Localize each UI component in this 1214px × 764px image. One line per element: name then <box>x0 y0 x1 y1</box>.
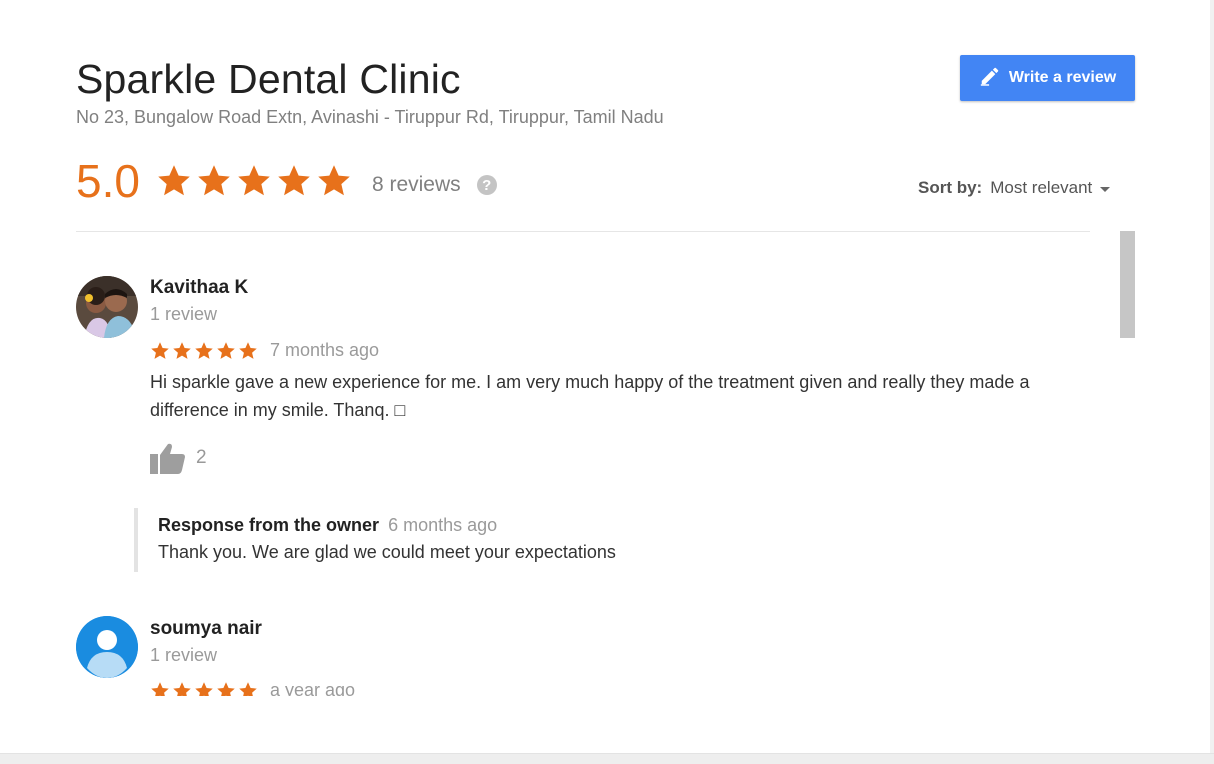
avatar[interactable] <box>76 616 138 678</box>
star-icon <box>173 681 191 696</box>
write-review-button[interactable]: Write a review <box>960 55 1135 101</box>
star-icon <box>198 165 230 196</box>
place-title: Sparkle Dental Clinic <box>76 56 461 102</box>
owner-response-time: 6 months ago <box>388 515 498 535</box>
star-icon <box>217 341 235 359</box>
avatar[interactable] <box>76 276 138 338</box>
rating-summary: 5.0 8 reviews ? <box>76 158 497 204</box>
reviewer-name[interactable]: Kavithaa K <box>150 277 248 299</box>
star-icon <box>238 165 270 196</box>
like-count: 2 <box>196 447 207 468</box>
scrollbar-thumb[interactable] <box>1120 231 1135 338</box>
star-icon <box>217 681 235 696</box>
star-icon <box>318 165 350 196</box>
reviewer-review-count: 1 review <box>150 304 218 324</box>
rating-stars <box>156 163 352 199</box>
star-icon <box>151 341 169 359</box>
star-icon <box>195 681 213 696</box>
owner-response-text: Thank you. We are glad we could meet you… <box>158 542 616 562</box>
sort-value: Most relevant <box>990 178 1093 197</box>
user-photo-icon <box>76 276 138 338</box>
reviews-list: Kavithaa K 1 review 7 months ago Hi spar… <box>60 232 1110 696</box>
reviews-dialog: Sparkle Dental Clinic No 23, Bungalow Ro… <box>0 0 1214 754</box>
review-text: Hi sparkle gave a new experience for me.… <box>150 372 1030 420</box>
rating-value: 5.0 <box>76 155 140 207</box>
review-time: a year ago <box>270 680 356 696</box>
review-time: 7 months ago <box>270 340 380 360</box>
star-icon <box>158 165 190 196</box>
help-icon[interactable]: ? <box>476 175 497 195</box>
window-bottom-edge <box>0 753 1214 764</box>
review-rating: 7 months ago <box>150 340 379 361</box>
reviewer-review-count: 1 review <box>150 645 218 665</box>
sort-dropdown[interactable]: Sort by: Most relevant <box>918 178 1111 198</box>
star-icon <box>278 165 310 196</box>
write-review-label: Write a review <box>1008 69 1117 86</box>
sort-label: Sort by: <box>918 178 983 197</box>
star-icon <box>239 681 257 696</box>
star-icon <box>151 681 169 696</box>
pencil-icon <box>979 65 1001 92</box>
review-rating: a year ago <box>150 680 355 696</box>
like-button[interactable]: 2 <box>150 442 207 474</box>
place-address: No 23, Bungalow Road Extn, Avinashi - Ti… <box>76 107 664 127</box>
thumbs-up-icon <box>150 443 185 474</box>
default-person-icon <box>76 616 138 678</box>
review-stars <box>150 341 258 361</box>
chevron-down-icon <box>1100 187 1111 192</box>
star-icon <box>173 341 191 359</box>
owner-response-title: Response from the owner <box>158 515 380 535</box>
owner-response: Response from the owner 6 months ago Tha… <box>134 508 616 572</box>
star-icon <box>195 341 213 359</box>
review-stars <box>150 681 258 696</box>
window-edge <box>1210 0 1214 764</box>
star-icon <box>239 341 257 359</box>
review-count: 8 reviews <box>371 173 461 196</box>
reviewer-name[interactable]: soumya nair <box>150 618 262 640</box>
